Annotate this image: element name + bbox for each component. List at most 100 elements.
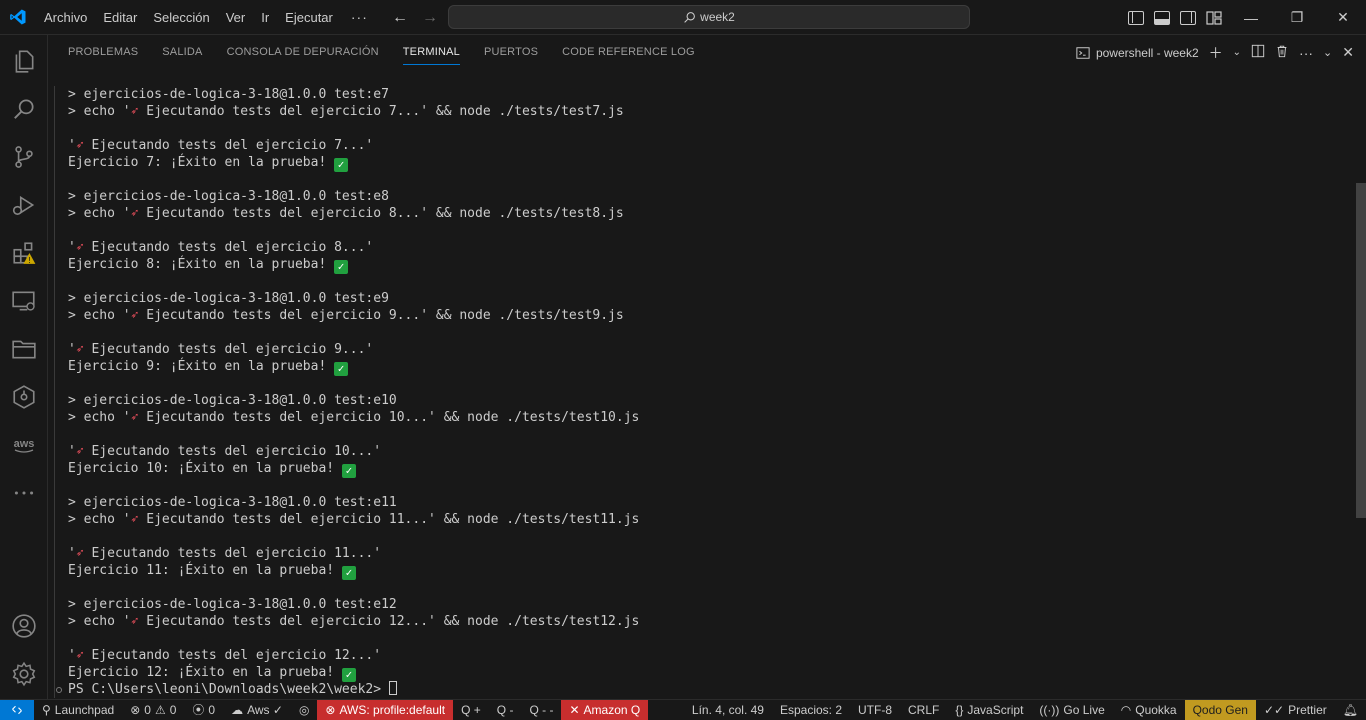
panel-tab-puertos[interactable]: PUERTOS xyxy=(476,35,546,70)
terminal-script-line: > ejercicios-de-logica-3-18@1.0.0 test:e… xyxy=(68,189,389,204)
line-prefix: ' xyxy=(68,240,76,255)
indentation-status[interactable]: Espacios: 2 xyxy=(772,700,850,720)
quokka-status[interactable]: ◠ Quokka xyxy=(1113,700,1185,720)
q-minus-status[interactable]: Q - xyxy=(489,700,522,720)
title-bar: Archivo Editar Selección Ver Ir Ejecutar ··· ←… xyxy=(0,0,1366,35)
search-sidebar-icon[interactable] xyxy=(0,85,48,133)
terminal-scrollbar-thumb[interactable] xyxy=(1356,183,1366,518)
panel-tab-problemas[interactable]: PROBLEMAS xyxy=(60,35,146,70)
menu-item-2[interactable]: Selección xyxy=(145,0,217,35)
remote-indicator-icon[interactable] xyxy=(0,699,34,720)
terminal-echo-output: '➶ Ejecutando tests del ejercicio 7...' xyxy=(68,137,373,154)
line-text: Ejecutando tests del ejercicio 7...' xyxy=(83,138,374,153)
line-text: Ejecutando tests del ejercicio 8...' && … xyxy=(138,206,624,221)
result-text: Ejercicio 9: ¡Éxito en la prueba! xyxy=(68,359,335,374)
command-decoration-icon[interactable] xyxy=(56,687,62,693)
kill-terminal-trash-icon[interactable] xyxy=(1275,44,1289,61)
line-prefix: ' xyxy=(68,444,76,459)
encoding-status[interactable]: UTF-8 xyxy=(850,700,900,720)
forward-arrow-icon[interactable]: → xyxy=(422,9,438,27)
terminal-echo-output: '➶ Ejecutando tests del ejercicio 10...' xyxy=(68,443,381,460)
q-dash-status[interactable]: Q - - xyxy=(521,700,561,720)
search-icon xyxy=(684,11,696,23)
toggle-panel-icon[interactable] xyxy=(1154,10,1170,25)
broadcast-live-icon: ((·)) xyxy=(1039,703,1060,717)
source-control-icon[interactable] xyxy=(0,133,48,181)
toggle-secondary-sidebar-icon[interactable] xyxy=(1180,10,1196,25)
terminal-script-line: > ejercicios-de-logica-3-18@1.0.0 test:e… xyxy=(68,597,397,612)
prettier-status[interactable]: ✓✓ Prettier xyxy=(1256,700,1335,720)
remote-explorer-icon[interactable] xyxy=(0,277,48,325)
check-mark-icon: ✓ xyxy=(334,260,349,274)
minimize-icon[interactable]: — xyxy=(1228,0,1274,35)
panel-tab-salida[interactable]: SALIDA xyxy=(154,35,210,70)
problems-status[interactable]: ⊗ 0 ⚠ 0 xyxy=(122,700,184,720)
result-text: Ejercicio 10: ¡Éxito en la prueba! xyxy=(68,461,342,476)
terminal-echo-output: '➶ Ejecutando tests del ejercicio 8...' xyxy=(68,239,373,256)
terminal-echo-command: > echo '➶ Ejecutando tests del ejercicio… xyxy=(68,205,624,222)
svg-text:aws: aws xyxy=(14,438,35,450)
manage-gear-icon[interactable] xyxy=(0,650,48,698)
launchpad-rocket-icon: ⚲ xyxy=(42,702,51,717)
copilot-status[interactable]: ◎ xyxy=(291,700,317,720)
ports-status[interactable]: ⦿ 0 xyxy=(184,700,223,720)
terminal-script-line: > ejercicios-de-logica-3-18@1.0.0 test:e… xyxy=(68,393,397,408)
terminal-script-line: > ejercicios-de-logica-3-18@1.0.0 test:e… xyxy=(68,291,389,306)
aws-toolkit-icon[interactable]: aws xyxy=(0,421,48,469)
new-terminal-plus-icon[interactable]: ＋ xyxy=(1209,43,1223,63)
panel-tab-code-reference-log[interactable]: CODE REFERENCE LOG xyxy=(554,35,703,70)
menu-more-icon[interactable]: ··· xyxy=(341,0,378,35)
go-live-button[interactable]: ((·)) Go Live xyxy=(1031,700,1112,720)
project-manager-icon[interactable] xyxy=(0,325,48,373)
terminal-dropdown-chevron-icon[interactable]: ⌄ xyxy=(1233,47,1241,58)
close-panel-icon[interactable]: ✕ xyxy=(1342,44,1354,61)
terminal-icon xyxy=(1076,46,1090,59)
gitlens-icon[interactable] xyxy=(0,373,48,421)
close-icon[interactable]: ✕ xyxy=(1320,0,1366,35)
qodo-gen-status[interactable]: Qodo Gen xyxy=(1184,700,1256,720)
restore-icon[interactable]: ❐ xyxy=(1274,0,1320,35)
command-center-text: week2 xyxy=(700,10,735,24)
command-center[interactable]: week2 xyxy=(448,5,970,29)
cursor-position[interactable]: Lín. 4, col. 49 xyxy=(684,700,772,720)
terminal-echo-command: > echo '➶ Ejecutando tests del ejercicio… xyxy=(68,409,639,426)
svg-text:!: ! xyxy=(28,256,31,265)
activity-bar: ! aws xyxy=(0,35,48,699)
eol-status[interactable]: CRLF xyxy=(900,700,947,720)
terminal-output[interactable]: > ejercicios-de-logica-3-18@1.0.0 test:e… xyxy=(48,86,1354,698)
q-plus-status[interactable]: Q + xyxy=(453,700,489,720)
run-debug-icon[interactable] xyxy=(0,181,48,229)
split-terminal-icon[interactable] xyxy=(1251,44,1265,61)
accounts-icon[interactable] xyxy=(0,602,48,650)
toggle-primary-sidebar-icon[interactable] xyxy=(1128,10,1144,25)
terminal-echo-command: > echo '➶ Ejecutando tests del ejercicio… xyxy=(68,613,639,630)
line-text: Ejecutando tests del ejercicio 10...' xyxy=(83,444,382,459)
panel-tab-consola-de-depuraci-n[interactable]: CONSOLA DE DEPURACIÓN xyxy=(219,35,387,70)
maximize-panel-chevron-icon[interactable]: ⌄ xyxy=(1323,46,1332,59)
menu-item-1[interactable]: Editar xyxy=(95,0,145,35)
amazon-q-status[interactable]: ✕ Amazon Q xyxy=(561,699,649,720)
menu-item-4[interactable]: Ir xyxy=(253,0,277,35)
line-prefix: ' xyxy=(68,648,76,663)
terminal-test-result: Ejercicio 7: ¡Éxito en la prueba! ✓ xyxy=(68,154,349,172)
language-mode[interactable]: {} JavaScript xyxy=(947,700,1031,720)
terminal-echo-command: > echo '➶ Ejecutando tests del ejercicio… xyxy=(68,103,624,120)
rocket-icon: ➶ xyxy=(75,546,84,561)
notifications-bell-icon[interactable]: 🔔︎ xyxy=(1335,700,1366,720)
menu-item-3[interactable]: Ver xyxy=(218,0,254,35)
terminal-script-line: > ejercicios-de-logica-3-18@1.0.0 test:e… xyxy=(68,495,397,510)
aws-status[interactable]: ☁ Aws ✓ xyxy=(223,700,291,720)
explorer-icon[interactable] xyxy=(0,37,48,85)
more-views-icon[interactable] xyxy=(0,469,48,517)
aws-profile-status[interactable]: ⊗ AWS: profile:default xyxy=(317,699,454,720)
extensions-warning-icon[interactable]: ! xyxy=(0,229,48,277)
customize-layout-icon[interactable] xyxy=(1206,10,1222,25)
more-actions-icon[interactable]: ··· xyxy=(1299,45,1313,61)
terminal-selector[interactable]: powershell - week2 xyxy=(1076,46,1199,60)
back-arrow-icon[interactable]: ← xyxy=(392,9,408,27)
panel-tab-terminal[interactable]: TERMINAL xyxy=(395,35,468,70)
menu-item-0[interactable]: Archivo xyxy=(36,0,95,35)
terminal-echo-output: '➶ Ejecutando tests del ejercicio 9...' xyxy=(68,341,373,358)
menu-item-5[interactable]: Ejecutar xyxy=(277,0,341,35)
launchpad-status[interactable]: ⚲ Launchpad xyxy=(34,700,122,720)
